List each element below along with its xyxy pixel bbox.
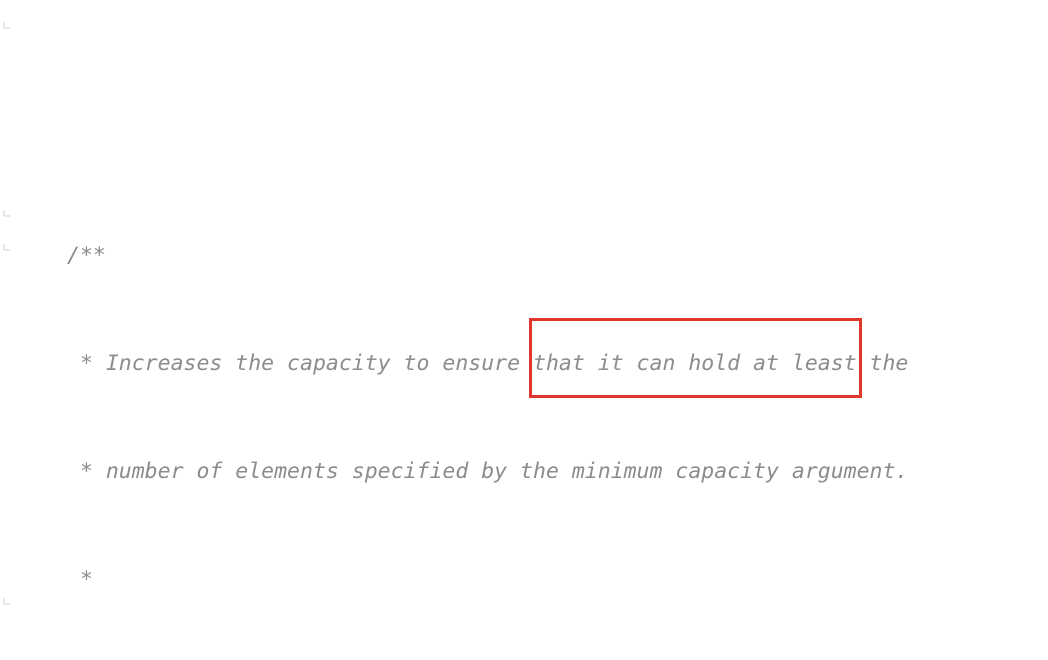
code-line: /** (67, 238, 1048, 274)
code-line: * number of elements specified by the mi… (67, 454, 1048, 490)
gutter (0, 0, 16, 660)
code-line: * Increases the capacity to ensure that … (67, 346, 1048, 382)
javadoc: /** (67, 243, 106, 268)
code-editor[interactable]: /** * Increases the capacity to ensure t… (0, 0, 1048, 660)
code-line: * (67, 562, 1048, 598)
